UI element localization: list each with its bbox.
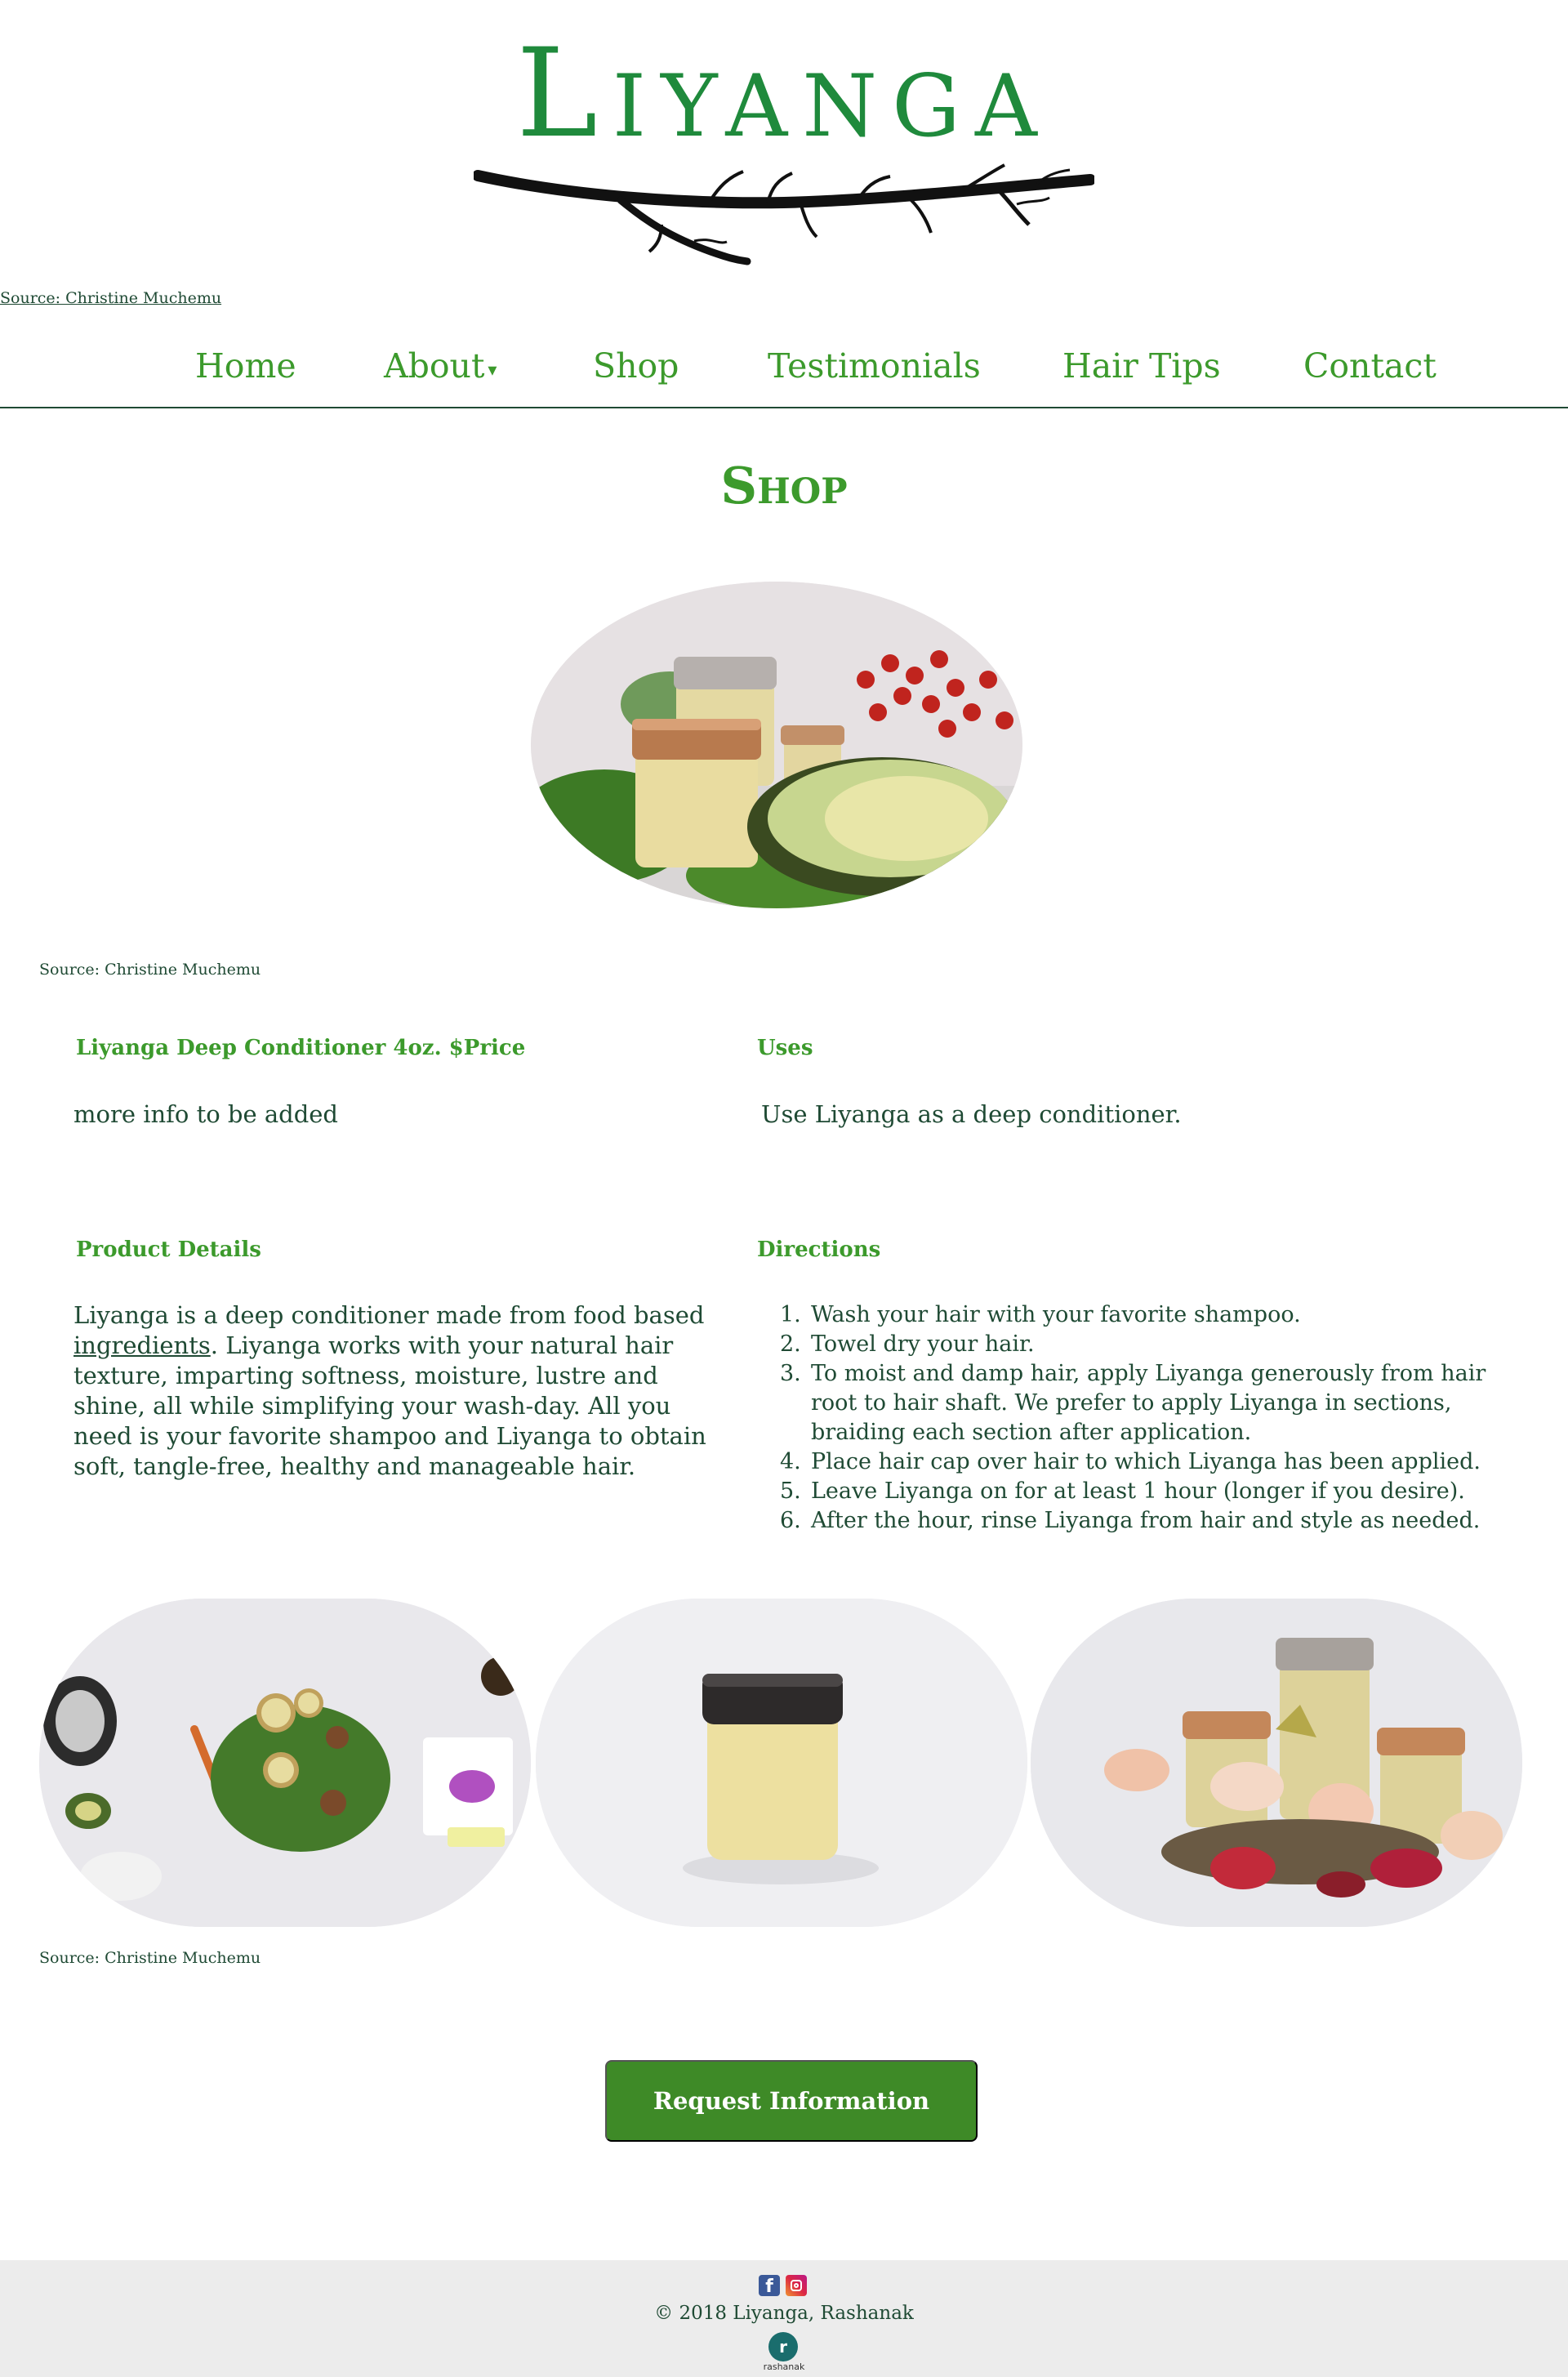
directions-heading: Directions — [757, 1238, 881, 1262]
logo-source-link[interactable]: Source: Christine Muchemu — [0, 289, 221, 307]
product-name-text: more info to be added — [74, 1100, 338, 1128]
request-information-button[interactable]: Request Information — [605, 2060, 978, 2142]
ingredients-link[interactable]: ingredients — [74, 1331, 211, 1359]
direction-text: Wash your hair with your favorite shampo… — [811, 1302, 1301, 1327]
branch-logo-icon — [474, 163, 1094, 265]
rashanak-logo-icon[interactable]: r — [768, 2332, 798, 2361]
nav-item-about-label: About — [384, 346, 485, 386]
direction-text: After the hour, rinse Liyanga from hair … — [811, 1508, 1481, 1533]
flatlay-illustration — [39, 1599, 531, 1927]
hero-illustration — [531, 582, 1022, 908]
direction-number: 2. — [780, 1331, 801, 1357]
direction-item: 3. To moist and damp hair, apply Liyanga … — [780, 1359, 1515, 1447]
logo-wordmark[interactable]: Liyanga — [457, 33, 1111, 155]
direction-text: Place hair cap over hair to which Liyang… — [811, 1449, 1481, 1474]
product-details-heading: Product Details — [76, 1238, 261, 1262]
rashanak-label: rashanak — [763, 2361, 805, 2372]
direction-item: 2. Towel dry your hair. — [780, 1330, 1515, 1359]
direction-number: 6. — [780, 1508, 801, 1533]
direction-text: Towel dry your hair. — [811, 1331, 1035, 1357]
direction-item: 4. Place hair cap over hair to which Liya… — [780, 1447, 1515, 1477]
copyright-text: © 2018 Liyanga, Rashanak — [654, 2303, 914, 2324]
chevron-down-icon: ▾ — [488, 360, 497, 381]
nav-item-shop[interactable]: Shop — [593, 346, 679, 386]
direction-item: 5. Leave Liyanga on for at least 1 hour (… — [780, 1477, 1515, 1506]
gallery-caption: Source: Christine Muchemu — [39, 1949, 261, 1967]
nav-item-home[interactable]: Home — [195, 346, 296, 386]
nav-item-contact[interactable]: Contact — [1303, 346, 1437, 386]
direction-text: To moist and damp hair, apply Liyanga ge… — [811, 1361, 1486, 1445]
product-details-text: Liyanga is a deep conditioner made from … — [74, 1300, 727, 1482]
nav-item-about[interactable]: About ▾ — [384, 346, 497, 386]
details-text-part-1: Liyanga is a deep conditioner made from … — [74, 1301, 705, 1329]
gallery-image-jar — [536, 1599, 1027, 1927]
gallery-image-flatlay — [39, 1599, 531, 1927]
site-header: Liyanga Source: Christine Muchemu — [0, 0, 1568, 307]
main-nav: Home About ▾ Shop Testimonials Hair Tips … — [0, 327, 1568, 408]
uses-heading: Uses — [757, 1036, 813, 1060]
directions-list: 1. Wash your hair with your favorite sham… — [780, 1300, 1515, 1536]
jar-illustration — [536, 1599, 1027, 1927]
direction-number: 5. — [780, 1478, 801, 1504]
direction-item: 6. After the hour, rinse Liyanga from hai… — [780, 1506, 1515, 1536]
hero-product-image — [531, 582, 1022, 908]
hero-image-caption: Source: Christine Muchemu — [39, 961, 261, 979]
instagram-icon[interactable] — [786, 2275, 807, 2296]
facebook-icon[interactable]: f — [759, 2275, 780, 2297]
gallery-image-arrangement — [1031, 1599, 1522, 1927]
product-name-heading: Liyanga Deep Conditioner 4oz. $Price — [76, 1036, 526, 1060]
page-title: Shop — [720, 456, 848, 515]
direction-number: 1. — [780, 1302, 801, 1327]
arrangement-illustration — [1031, 1599, 1522, 1927]
direction-number: 3. — [780, 1361, 801, 1386]
direction-item: 1. Wash your hair with your favorite sham… — [780, 1300, 1515, 1330]
nav-item-testimonials[interactable]: Testimonials — [768, 346, 981, 386]
uses-text: Use Liyanga as a deep conditioner. — [761, 1100, 1182, 1128]
direction-number: 4. — [780, 1449, 801, 1474]
direction-text: Leave Liyanga on for at least 1 hour (lo… — [811, 1478, 1465, 1504]
site-footer: f © 2018 Liyanga, Rashanak r rashanak — [0, 2260, 1568, 2377]
nav-item-hair-tips[interactable]: Hair Tips — [1062, 346, 1221, 386]
